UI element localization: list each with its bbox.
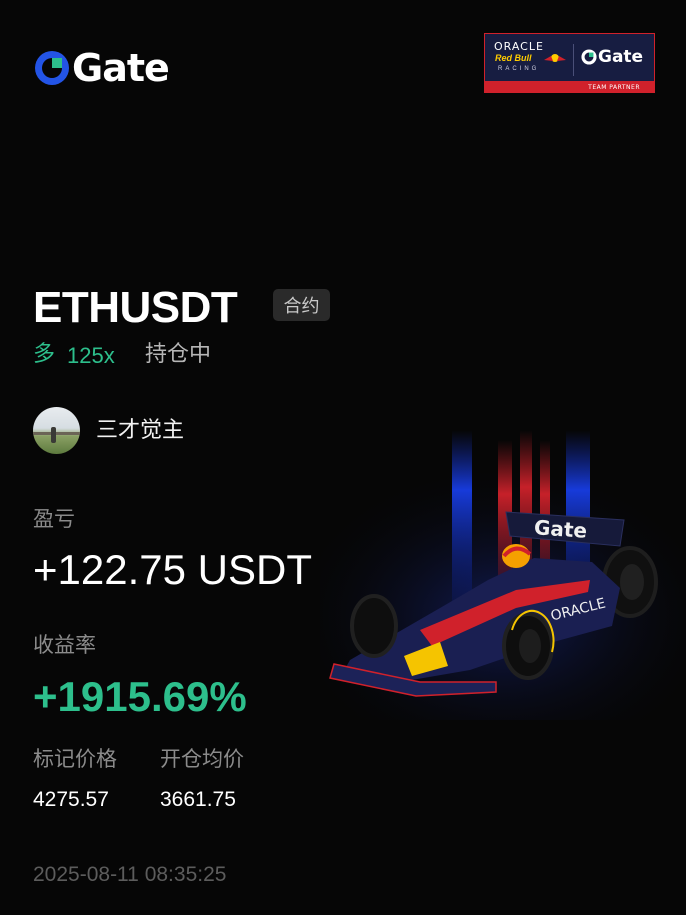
- gate-logo-icon: [35, 51, 69, 85]
- position-status: 持仓中: [145, 342, 212, 367]
- avatar-person: [51, 427, 56, 443]
- f1-car-illustration: Gate ORACLE: [320, 430, 686, 720]
- trading-pair: ETHUSDT: [33, 283, 238, 332]
- banner-gate-text: Gate: [598, 47, 644, 67]
- entry-price-value: 3661.75: [160, 788, 236, 811]
- gate-small-icon: [581, 49, 597, 65]
- mark-price-label: 标记价格: [33, 747, 117, 771]
- leverage: 125x: [67, 343, 115, 368]
- gate-logo-text: Gate: [72, 46, 170, 90]
- oracle-wordmark: ORACLE: [494, 40, 544, 53]
- redbull-bulls-icon: [544, 54, 566, 62]
- car-front-tire-left: [350, 594, 398, 658]
- car-wing-text: Gate: [533, 515, 588, 543]
- banner-gate-logo: Gate: [581, 47, 643, 67]
- pnl-value: +122.75 USDT: [33, 546, 312, 593]
- position-side: 多: [33, 342, 56, 367]
- team-partner-banner: ORACLE Red Bull RACING Gate TEAM PARTNER: [484, 33, 655, 93]
- entry-price-label: 开仓均价: [160, 747, 244, 771]
- pnl-label: 盈亏: [33, 507, 75, 531]
- racing-wordmark: RACING: [498, 66, 540, 72]
- team-partner-label: TEAM PARTNER: [588, 84, 640, 91]
- gate-logo: Gate: [34, 46, 170, 90]
- avatar-fence: [33, 432, 80, 435]
- avatar: [33, 407, 80, 454]
- banner-divider: [573, 44, 574, 76]
- roi-label: 收益率: [33, 633, 96, 657]
- redbull-wordmark: Red Bull: [495, 53, 532, 63]
- contract-badge: 合约: [273, 289, 330, 321]
- roi-value: +1915.69%: [33, 673, 247, 720]
- username: 三才觉主: [96, 418, 185, 443]
- timestamp: 2025-08-11 08:35:25: [33, 863, 227, 886]
- mark-price-value: 4275.57: [33, 788, 109, 811]
